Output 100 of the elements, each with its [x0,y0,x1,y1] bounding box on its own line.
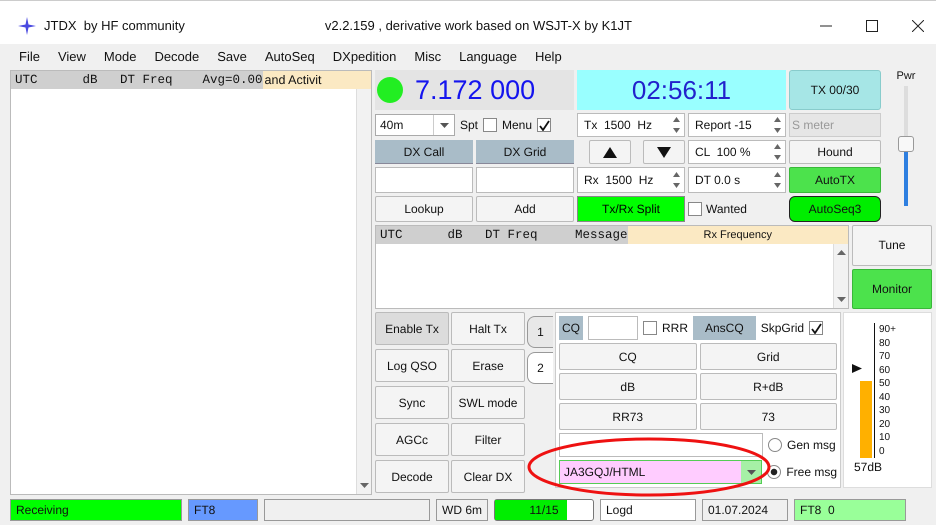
menu-item[interactable]: Save [208,48,256,64]
spin-arrows-icon [773,171,782,189]
toggle-button[interactable]: AutoTX [789,167,881,193]
spin-arrows-icon [672,171,681,189]
dial-frequency: 7.172 000 [415,74,536,106]
spin-box[interactable]: CL 100 % [688,140,786,164]
scale-label: 40 [878,390,892,404]
message-button[interactable]: R+dB [700,373,837,400]
scale-label: 60 [878,364,892,377]
scrollbar[interactable] [833,244,848,308]
add-button[interactable]: Add [476,196,574,222]
scroll-up-icon [836,250,846,255]
toggle-button[interactable]: AutoSeq3 [789,196,881,222]
checkbox[interactable] [688,202,702,216]
menu-item[interactable]: Misc [405,48,450,64]
checkbox[interactable] [643,321,657,335]
status-field: Logd [600,499,696,521]
message-button[interactable]: CQ [559,343,696,370]
checkbox[interactable] [537,118,552,132]
scale-label: 10 [878,431,892,444]
cq-label: CQ [559,316,583,340]
menu-item[interactable]: File [10,48,49,64]
checkbox-label: Spt [460,118,478,132]
checkmark-icon [810,322,822,334]
checkbox[interactable] [483,118,498,132]
side-button[interactable]: Monitor [852,268,932,309]
scrollbar[interactable] [356,89,371,494]
free-message-dropdown[interactable]: JA3GQJ/HTML [559,460,762,484]
action-button[interactable]: Decode [375,460,449,493]
action-button[interactable]: Enable Tx [375,312,449,345]
cq-field[interactable] [588,316,638,340]
frequency-up-button[interactable] [589,140,631,164]
tab[interactable]: 2 [527,352,553,384]
spin-box[interactable]: Rx 1500 Hz [577,167,685,193]
scroll-down-icon [360,483,368,488]
scroll-down-icon [836,297,846,302]
message-button[interactable]: Grid [700,343,837,370]
status-field: FT8 [188,499,258,521]
toggle-button[interactable]: Hound [789,140,881,164]
menu-item[interactable]: Help [526,48,571,64]
checkbox-label: RRR [662,321,688,335]
message-button[interactable]: 73 [700,403,837,430]
dx-grid-field[interactable] [476,167,574,193]
action-button[interactable]: AGCc [375,423,449,456]
scale-label: 0 [878,444,886,458]
scale-label: 80 [878,336,892,350]
slider-thumb[interactable] [898,136,914,152]
radio-button[interactable] [768,438,782,452]
utc-clock: 02:56:11 [577,70,786,110]
spin-arrows-icon [773,116,782,134]
s-meter-field: S meter [789,113,881,137]
menu-item[interactable]: DXpedition [324,48,406,64]
dx-call-field[interactable] [375,167,473,193]
column-header: UTC dB DT Freq Avg=0.00 [14,72,263,89]
window-subtitle: v2.2.159 , derivative work based on WSJT-X by K1JT [324,18,632,33]
menu-item[interactable]: AutoSeq [256,48,324,64]
checkbox-label: SkpGrid [760,321,804,335]
split-button[interactable]: Tx/Rx Split [577,196,685,222]
action-button[interactable]: Sync [375,386,449,419]
checkbox-label: Menu [502,118,532,132]
spin-box[interactable]: Report -15 [688,113,786,137]
column-header: UTC dB DT Freq Message [379,227,628,244]
spin-box[interactable]: Tx 1500 Hz [577,113,685,137]
action-button[interactable]: SWL mode [451,386,525,419]
menu-item[interactable]: View [48,48,95,64]
side-button[interactable]: Tune [852,225,932,266]
radio-label: Gen msg [787,438,836,452]
menu-item[interactable]: Mode [94,48,146,64]
band-dropdown[interactable]: 40m [375,114,455,136]
signal-reading: 57dB [854,460,882,474]
frequency-down-button[interactable] [643,140,685,164]
dx-grid-label: DX Grid [476,140,574,164]
window-title: JTDX by HF community [44,18,185,33]
scale-label: 90+ [878,323,896,336]
panel-label: Rx Frequency [628,226,848,244]
spin-box[interactable]: DT 0.0 s [688,167,786,193]
checkbox[interactable] [809,321,824,335]
lookup-button[interactable]: Lookup [375,196,473,222]
close-icon [912,20,924,32]
checkmark-icon [538,120,550,130]
checkbox-label: Wanted [706,202,747,216]
message-button[interactable]: RR73 [559,403,696,430]
app-star-icon [18,16,36,34]
progress-text: 11/15 [529,503,559,517]
scale-label: 70 [878,350,892,364]
status-field: FT8 0 [794,499,906,521]
status-field: Receiving [10,499,182,521]
power-label: Pwr [896,70,916,82]
action-button[interactable]: Erase [451,349,525,382]
menu-item[interactable]: Decode [145,48,208,64]
action-button[interactable]: Halt Tx [451,312,525,345]
message-button[interactable]: dB [559,373,696,400]
panel-label: and Activit [262,71,371,89]
action-button[interactable]: Filter [451,423,525,456]
tab[interactable]: 1 [527,316,553,348]
status-field: WD 6m [436,499,488,521]
action-button[interactable]: Log QSO [375,349,449,382]
menu-item[interactable]: Language [450,48,526,64]
action-button[interactable]: Clear DX [451,460,525,493]
scale-label: 30 [878,404,892,418]
